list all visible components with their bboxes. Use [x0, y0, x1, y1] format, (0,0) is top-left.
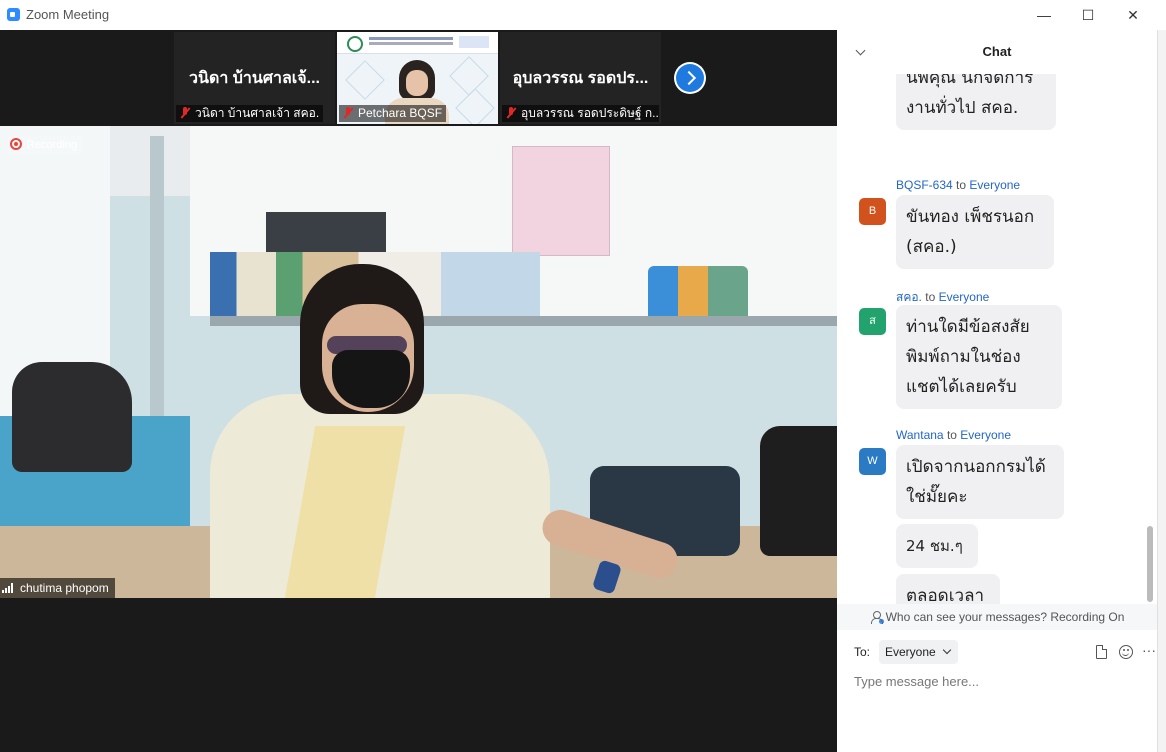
avatar: ส — [859, 308, 886, 335]
privacy-people-icon — [870, 611, 884, 624]
recipient-name: Everyone — [960, 428, 1011, 442]
privacy-notice[interactable]: Who can see your messages? Recording On — [837, 604, 1157, 630]
chat-message-bubble: นพคุณ นกจดการ งานทั่วไป สคอ. — [896, 74, 1056, 130]
minimize-button[interactable]: — — [1024, 3, 1064, 27]
participant-label: วนิดา บ้านศาลเจ้า สคอ. — [176, 105, 324, 122]
chat-message-bubble: ตลอดเวลา — [896, 574, 1000, 604]
agency-logo-icon — [347, 36, 363, 52]
bqsf-logo-icon — [459, 36, 489, 48]
avatar: W — [859, 448, 886, 475]
chat-message-bubble: ขันทอง เพ็ชรนอก (สคอ.) — [896, 195, 1054, 269]
participant-name: อุบลวรรณ รอดประดิษฐ์ ก... — [521, 106, 659, 120]
chat-message-bubble: ท่านใดมีข้อสงสัย พิมพ์ถามในช่องแชตได้เลย… — [896, 305, 1062, 409]
signal-strength-icon — [2, 583, 16, 593]
recording-label: Recording — [27, 139, 78, 151]
muted-mic-icon — [342, 107, 354, 119]
participant-tile[interactable]: วนิดา บ้านศาลเจ้... วนิดา บ้านศาลเจ้า สค… — [174, 32, 335, 124]
recording-indicator[interactable]: Recording — [8, 136, 84, 154]
window-edge — [1157, 30, 1166, 752]
close-button[interactable]: ✕ — [1113, 3, 1153, 27]
sender-name[interactable]: Wantana — [896, 428, 944, 442]
window-title: Zoom Meeting — [26, 7, 110, 22]
recipient-row: To: Everyone ··· — [854, 640, 1156, 664]
avatar: B — [859, 198, 886, 225]
to-label: To: — [854, 645, 871, 659]
next-page-button[interactable] — [674, 62, 706, 94]
sender-name[interactable]: BQSF-634 — [896, 178, 953, 192]
active-speaker-video: Recording chutima phopom — [0, 126, 837, 598]
participant-tile[interactable]: อุบลวรรณ รอดปร... อุบลวรรณ รอดประดิษฐ์ ก… — [500, 32, 661, 124]
chat-title: Chat — [982, 44, 1012, 59]
recipient-dropdown[interactable]: Everyone — [879, 640, 958, 664]
participant-label: Petchara BQSF — [339, 105, 447, 122]
file-icon[interactable] — [1096, 645, 1107, 659]
gallery-strip: วนิดา บ้านศาลเจ้... วนิดา บ้านศาลเจ้า สค… — [0, 30, 837, 126]
video-area: วนิดา บ้านศาลเจ้... วนิดา บ้านศาลเจ้า สค… — [0, 30, 837, 752]
title-bar: Zoom Meeting — ☐ ✕ — [0, 0, 1166, 30]
more-options-icon[interactable]: ··· — [1142, 643, 1158, 659]
speaker-name: chutima phopom — [20, 581, 109, 595]
participant-display-name: อุบลวรรณ รอดปร... — [512, 70, 649, 87]
chat-scrollbar[interactable] — [1145, 76, 1153, 602]
zoom-app-icon — [7, 8, 20, 21]
message-input[interactable] — [854, 670, 1144, 692]
muted-mic-icon — [179, 107, 191, 119]
chat-panel: Chat นพคุณ นกจดการ งานทั่วไป สคอ. BQSF-6… — [837, 30, 1157, 752]
chat-message-list[interactable]: นพคุณ นกจดการ งานทั่วไป สคอ. BQSF-634 to… — [837, 74, 1157, 604]
message-sender-line: BQSF-634 to Everyone — [896, 178, 1021, 192]
maximize-button[interactable]: ☐ — [1068, 3, 1108, 27]
emoji-icon[interactable] — [1119, 645, 1133, 659]
chat-message-bubble: 24 ชม.ๆ — [896, 524, 978, 568]
scroll-thumb[interactable] — [1147, 526, 1153, 602]
participant-display-name: วนิดา บ้านศาลเจ้... — [189, 70, 320, 87]
speaker-name-label: chutima phopom — [0, 578, 115, 598]
recipient-name: Everyone — [938, 290, 990, 304]
recording-icon — [10, 138, 22, 150]
chat-header: Chat — [837, 30, 1157, 74]
privacy-text: Who can see your messages? Recording On — [885, 610, 1125, 624]
shared-slide-header — [337, 32, 498, 54]
message-sender-line: Wantana to Everyone — [896, 428, 1011, 442]
recipient-name: Everyone — [969, 178, 1021, 192]
participant-name: วนิดา บ้านศาลเจ้า สคอ. — [195, 106, 320, 120]
participant-label: อุบลวรรณ รอดประดิษฐ์ ก... — [502, 105, 659, 122]
muted-mic-icon — [505, 107, 517, 119]
chat-message-bubble: เปิดจากนอกกรมได้ใช่มั๊ยคะ — [896, 445, 1064, 519]
participant-tile-video[interactable]: Petchara BQSF — [337, 32, 498, 124]
participant-name: Petchara BQSF — [358, 106, 443, 120]
sender-name[interactable]: สคอ. — [896, 290, 922, 304]
